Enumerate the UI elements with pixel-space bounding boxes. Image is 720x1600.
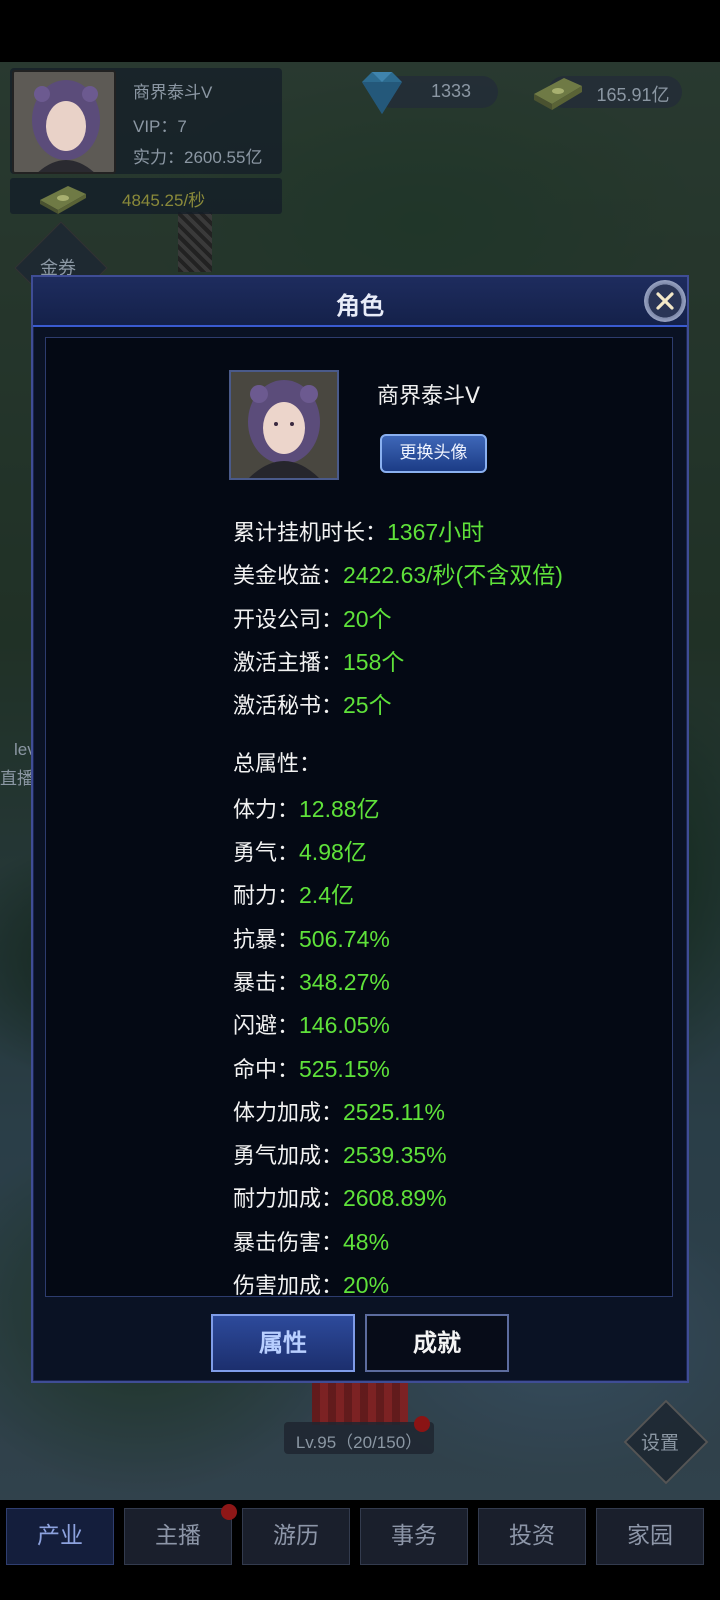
profile-avatar bbox=[229, 370, 339, 480]
nav-investment[interactable]: 投资 bbox=[478, 1508, 586, 1565]
stats-list: 累计挂机时长：1367小时 美金收益：2422.63/秒(不含双倍) 开设公司：… bbox=[233, 512, 663, 1308]
nav-notification-dot bbox=[221, 1504, 237, 1520]
attribute-row: 伤害加成：20% bbox=[233, 1272, 390, 1300]
change-avatar-button[interactable]: 更换头像 bbox=[380, 434, 487, 473]
attribute-row: 勇气：4.98亿 bbox=[233, 839, 367, 867]
attribute-row: 闪避：146.05% bbox=[233, 1012, 390, 1040]
attribute-row: 抗暴：506.74% bbox=[233, 925, 390, 953]
nav-travel[interactable]: 游历 bbox=[242, 1508, 350, 1565]
stat-gap bbox=[233, 728, 663, 745]
attribute-row: 耐力：2.4亿 bbox=[233, 882, 354, 910]
hud-avatar[interactable] bbox=[12, 70, 116, 174]
hud-vip-level: VIP：7 bbox=[133, 117, 187, 136]
tab-achievements[interactable]: 成就 bbox=[365, 1314, 509, 1372]
notification-dot bbox=[414, 1416, 430, 1432]
stat-row-companies: 开设公司：20个 bbox=[233, 605, 392, 633]
close-icon bbox=[656, 292, 674, 310]
dialog-title: 角色 bbox=[336, 292, 384, 320]
attribute-row: 暴击：348.27% bbox=[233, 968, 390, 996]
attribute-row: 体力：12.88亿 bbox=[233, 795, 380, 823]
cash-stack-icon bbox=[38, 180, 88, 214]
nav-affairs[interactable]: 事务 bbox=[360, 1508, 468, 1565]
tower-building bbox=[178, 212, 212, 272]
stat-row-streamers: 激活主播：158个 bbox=[233, 648, 405, 676]
gift-box-icon[interactable] bbox=[312, 1383, 408, 1425]
level-progress: Lv.95（20/150） bbox=[295, 1433, 423, 1452]
settings-label: 设置 bbox=[641, 1432, 680, 1454]
attribute-row: 勇气加成：2539.35% bbox=[233, 1142, 447, 1170]
hud-income-rate: 4845.25/秒 bbox=[122, 191, 206, 210]
attribute-row: 体力加成：2525.11% bbox=[233, 1098, 445, 1126]
stat-row-secretaries: 激活秘书：25个 bbox=[233, 692, 392, 720]
diamond-icon bbox=[358, 70, 406, 116]
profile-name: 商界泰斗V bbox=[377, 384, 481, 409]
attribute-row: 命中：525.15% bbox=[233, 1055, 390, 1083]
hud-power: 实力：2600.55亿 bbox=[133, 148, 263, 167]
hud-player-name: 商界泰斗V bbox=[133, 83, 213, 102]
stat-row-usd-income: 美金收益：2422.63/秒(不含双倍) bbox=[233, 562, 563, 590]
attribute-row: 暴击伤害：48% bbox=[233, 1228, 390, 1256]
nav-home[interactable]: 家园 bbox=[596, 1508, 704, 1565]
attributes-header: 总属性： bbox=[233, 752, 322, 778]
tab-attributes[interactable]: 属性 bbox=[211, 1314, 355, 1372]
left-live-label: 直播 bbox=[0, 769, 34, 788]
close-button[interactable] bbox=[644, 280, 686, 322]
diamond-count: 1333 bbox=[430, 81, 472, 101]
attribute-row: 耐力加成：2608.89% bbox=[233, 1185, 447, 1213]
nav-industry[interactable]: 产业 bbox=[6, 1508, 114, 1565]
nav-streamers[interactable]: 主播 bbox=[124, 1508, 232, 1565]
cash-count: 165.91亿 bbox=[596, 85, 670, 105]
stat-row-idle-time: 累计挂机时长：1367小时 bbox=[233, 519, 485, 546]
cash-stack-icon bbox=[532, 70, 584, 110]
dialog-header: 角色 bbox=[33, 277, 687, 327]
